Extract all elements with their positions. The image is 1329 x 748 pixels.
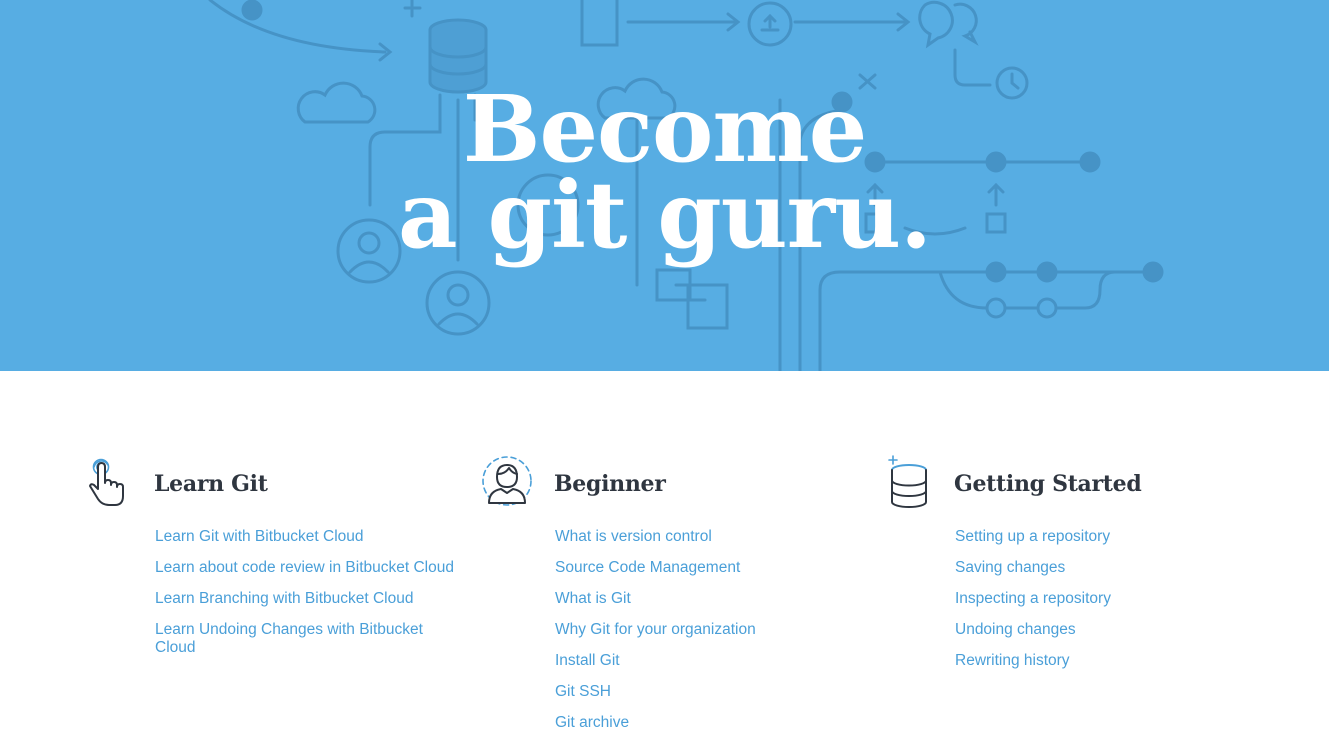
hero-title-line-1: Become bbox=[462, 75, 868, 183]
link-inspecting-repository[interactable]: Inspecting a repository bbox=[955, 590, 1255, 608]
section-link-list: Setting up a repository Saving changes I… bbox=[955, 528, 1255, 683]
link-git-ssh[interactable]: Git SSH bbox=[555, 683, 855, 701]
link-why-git[interactable]: Why Git for your organization bbox=[555, 621, 855, 639]
list-item: Undoing changes bbox=[955, 621, 1255, 639]
list-item: Learn Branching with Bitbucket Cloud bbox=[155, 590, 455, 608]
list-item: Rewriting history bbox=[955, 652, 1255, 670]
list-item: Learn Git with Bitbucket Cloud bbox=[155, 528, 455, 546]
user-avatar-icon bbox=[482, 456, 532, 506]
link-learn-branching[interactable]: Learn Branching with Bitbucket Cloud bbox=[155, 590, 455, 608]
link-rewriting-history[interactable]: Rewriting history bbox=[955, 652, 1255, 670]
topics-section: Learn Git Learn Git with Bitbucket Cloud… bbox=[0, 371, 1329, 748]
hero-title: Become a git guru. bbox=[0, 75, 1329, 269]
section-title: Beginner bbox=[554, 471, 666, 497]
list-item: Source Code Management bbox=[555, 559, 855, 577]
list-item: Saving changes bbox=[955, 559, 1255, 577]
link-setting-up-repository[interactable]: Setting up a repository bbox=[955, 528, 1255, 546]
list-item: Install Git bbox=[555, 652, 855, 670]
hero-banner: Become a git guru. bbox=[0, 0, 1329, 371]
database-stack-icon bbox=[888, 455, 927, 508]
section-link-list: Learn Git with Bitbucket Cloud Learn abo… bbox=[155, 528, 455, 670]
link-install-git[interactable]: Install Git bbox=[555, 652, 855, 670]
link-undoing-changes[interactable]: Undoing changes bbox=[955, 621, 1255, 639]
link-version-control[interactable]: What is version control bbox=[555, 528, 855, 546]
list-item: What is Git bbox=[555, 590, 855, 608]
link-what-is-git[interactable]: What is Git bbox=[555, 590, 855, 608]
curve-line-icon bbox=[208, 0, 387, 54]
list-item: Git SSH bbox=[555, 683, 855, 701]
hero-title-line-2: a git guru. bbox=[397, 161, 932, 269]
link-git-archive[interactable]: Git archive bbox=[555, 714, 855, 732]
list-item: Git archive bbox=[555, 714, 855, 732]
user-circle-icon-2 bbox=[425, 270, 491, 336]
list-item: Learn Undoing Changes with Bitbucket Clo… bbox=[155, 621, 455, 657]
link-source-code-management[interactable]: Source Code Management bbox=[555, 559, 855, 577]
list-item: What is version control bbox=[555, 528, 855, 546]
file-icon bbox=[580, 0, 619, 47]
list-item: Setting up a repository bbox=[955, 528, 1255, 546]
list-item: Why Git for your organization bbox=[555, 621, 855, 639]
link-learn-undoing-changes[interactable]: Learn Undoing Changes with Bitbucket Clo… bbox=[155, 621, 455, 657]
link-learn-git-bitbucket[interactable]: Learn Git with Bitbucket Cloud bbox=[155, 528, 455, 546]
section-title: Learn Git bbox=[154, 471, 268, 497]
section-title: Getting Started bbox=[954, 471, 1142, 497]
link-learn-code-review[interactable]: Learn about code review in Bitbucket Clo… bbox=[155, 559, 455, 577]
section-link-list: What is version control Source Code Mana… bbox=[555, 528, 855, 745]
chat-icon bbox=[918, 0, 954, 49]
pointer-hand-icon bbox=[89, 458, 124, 506]
list-item: Inspecting a repository bbox=[955, 590, 1255, 608]
list-item: Learn about code review in Bitbucket Clo… bbox=[155, 559, 455, 577]
link-saving-changes[interactable]: Saving changes bbox=[955, 559, 1255, 577]
